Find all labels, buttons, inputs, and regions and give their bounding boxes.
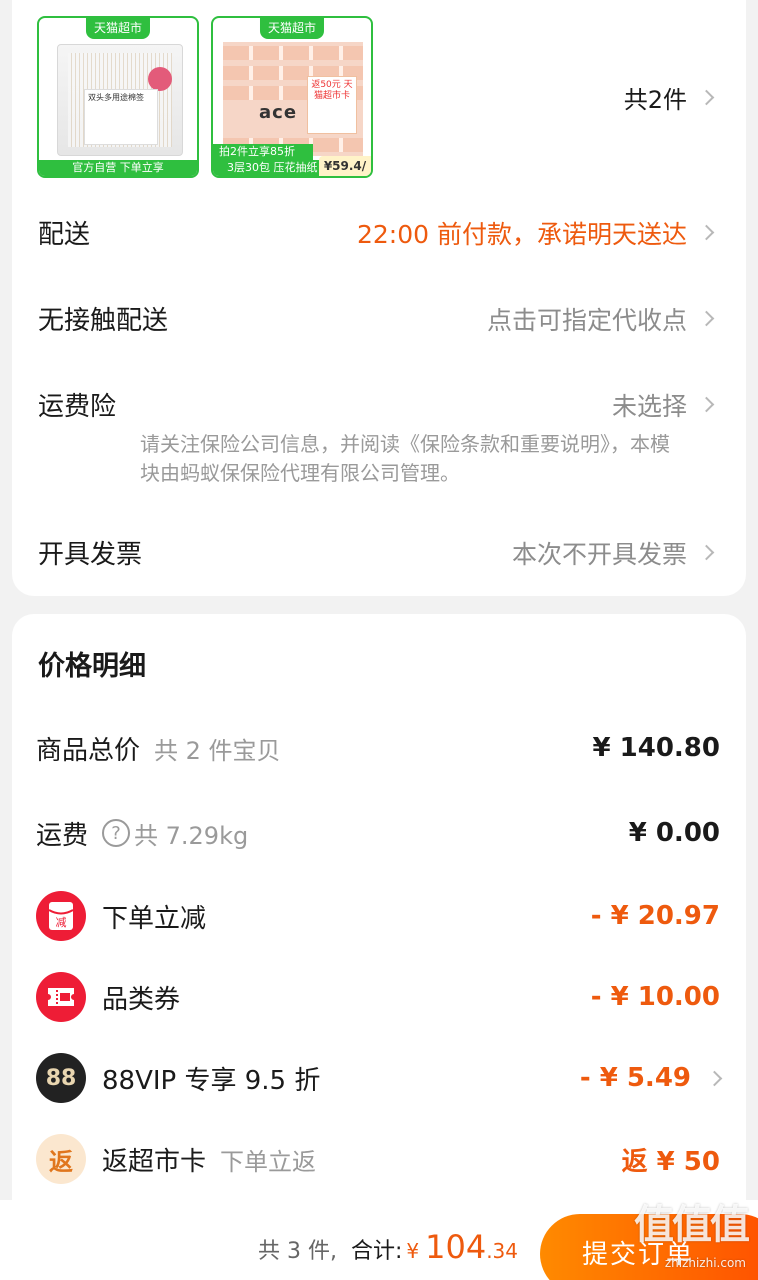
delivery-value: 22:00 前付款，承诺明天送达 bbox=[357, 219, 687, 249]
invoice-value: 本次不开具发票 bbox=[511, 539, 687, 569]
order-total: 共 3 件, 合计: ¥ 104 .34 bbox=[258, 1228, 518, 1266]
cashback-icon: 返 bbox=[36, 1134, 86, 1184]
invoice-label: 开具发票 bbox=[38, 540, 143, 570]
cashback-box: 返50元 天猫超市卡 bbox=[307, 76, 357, 134]
product-footer: 3层30包 压花抽纸 bbox=[213, 160, 319, 176]
chevron-right-icon bbox=[698, 224, 715, 241]
shipping-weight: 共 7.29kg bbox=[134, 821, 249, 850]
delivery-label: 配送 bbox=[38, 220, 91, 250]
delivery-row[interactable]: 配送 22:00 前付款，承诺明天送达 bbox=[38, 214, 715, 251]
subtotal-label: 商品总价 bbox=[36, 735, 141, 766]
subtotal-amount: ¥ 140.80 bbox=[592, 733, 720, 763]
supermarket-card-amount: 返 ¥ 50 bbox=[621, 1146, 720, 1177]
total-label: 合计: bbox=[350, 1239, 403, 1264]
vip-discount-label: 88VIP 专享 9.5 折 bbox=[102, 1065, 321, 1096]
coupon-ticket-icon bbox=[36, 972, 86, 1022]
product-thumbnail-tissues[interactable]: ace 返50元 天猫超市卡 天猫超市 拍2件立享85折 3层30包 压花抽纸 … bbox=[211, 16, 373, 178]
discount-envelope-icon: 减 bbox=[36, 891, 86, 941]
currency-symbol: ¥ bbox=[406, 1239, 420, 1263]
price-detail-card: 价格明细 商品总价 共 2 件宝贝 ¥ 140.80 运费 ? 共 7.29kg… bbox=[12, 614, 746, 1214]
cotton-swab-package-image: 双头多用途棉签 bbox=[57, 44, 183, 156]
chevron-right-icon bbox=[698, 396, 715, 413]
brand-logo: ace bbox=[259, 102, 298, 123]
item-count-text: 共2件 bbox=[623, 86, 687, 114]
contactless-delivery-row[interactable]: 无接触配送 点击可指定代收点 bbox=[38, 300, 715, 337]
shipping-fee-row: 运费 ? 共 7.29kg ¥ 0.00 bbox=[36, 803, 720, 863]
vip-discount-amount: - ¥ 5.49 bbox=[579, 1063, 691, 1093]
product-footer: 官方自营 下单立享 bbox=[39, 160, 197, 176]
item-count-link[interactable]: 共2件 bbox=[623, 80, 715, 115]
package-label: 双头多用途棉签 bbox=[84, 89, 158, 145]
watermark-url: zhizhizhi.com bbox=[664, 1256, 746, 1270]
promo-band: 拍2件立享85折 bbox=[213, 144, 313, 160]
contactless-value: 点击可指定代收点 bbox=[486, 305, 687, 335]
order-info-card: 双头多用途棉签 天猫超市 官方自营 下单立享 ace 返50元 天猫超市卡 天猫… bbox=[12, 0, 746, 596]
shipping-insurance-row[interactable]: 运费险 未选择 bbox=[38, 386, 715, 423]
supermarket-card-sub: 下单立返 bbox=[220, 1147, 317, 1176]
instant-discount-amount: - ¥ 20.97 bbox=[590, 901, 720, 931]
chevron-right-icon bbox=[698, 89, 715, 106]
unit-price: ¥59.4/件 bbox=[319, 156, 371, 176]
tissue-package-image: ace 返50元 天猫超市卡 bbox=[223, 42, 363, 156]
total-item-count: 共 3 件, bbox=[257, 1239, 337, 1264]
chevron-right-icon bbox=[698, 544, 715, 561]
category-coupon-label: 品类券 bbox=[102, 984, 181, 1015]
vip-88-icon: 88 bbox=[36, 1053, 86, 1103]
supermarket-card-row: 返 返超市卡 下单立返 返 ¥ 50 bbox=[36, 1129, 720, 1189]
total-integer: 104 bbox=[425, 1228, 487, 1266]
svg-text:减: 减 bbox=[56, 916, 67, 929]
shipping-fee-label: 运费 bbox=[36, 820, 89, 851]
category-coupon-row: 品类券 - ¥ 10.00 bbox=[36, 967, 720, 1027]
supermarket-card-label: 返超市卡 bbox=[102, 1146, 207, 1177]
shipping-fee-amount: ¥ 0.00 bbox=[628, 818, 720, 848]
product-thumbnail-cotton-swabs[interactable]: 双头多用途棉签 天猫超市 官方自营 下单立享 bbox=[37, 16, 199, 178]
help-icon[interactable]: ? bbox=[102, 819, 131, 847]
invoice-row[interactable]: 开具发票 本次不开具发票 bbox=[38, 534, 715, 571]
tmall-supermarket-tag: 天猫超市 bbox=[85, 18, 151, 39]
insurance-note: 请关注保险公司信息，并阅读《保险条款和重要说明》，本模块由蚂蚁保保险代理有限公司… bbox=[140, 432, 670, 485]
category-coupon-amount: - ¥ 10.00 bbox=[590, 982, 720, 1012]
insurance-value: 未选择 bbox=[611, 391, 687, 421]
tmall-supermarket-tag: 天猫超市 bbox=[259, 18, 325, 39]
chevron-right-icon bbox=[698, 310, 715, 327]
subtotal-sub: 共 2 件宝贝 bbox=[154, 736, 281, 765]
watermark-logo: 值值值 bbox=[634, 1202, 750, 1248]
price-detail-title: 价格明细 bbox=[38, 651, 146, 682]
subtotal-row: 商品总价 共 2 件宝贝 ¥ 140.80 bbox=[36, 718, 720, 778]
contactless-label: 无接触配送 bbox=[38, 306, 169, 336]
vip-discount-row[interactable]: 88 88VIP 专享 9.5 折 - ¥ 5.49 bbox=[36, 1048, 723, 1108]
total-decimal: .34 bbox=[486, 1239, 518, 1263]
instant-discount-label: 下单立减 bbox=[102, 903, 207, 934]
insurance-label: 运费险 bbox=[38, 392, 117, 422]
instant-discount-row: 减 下单立减 - ¥ 20.97 bbox=[36, 886, 720, 946]
chevron-right-icon bbox=[706, 1070, 723, 1086]
